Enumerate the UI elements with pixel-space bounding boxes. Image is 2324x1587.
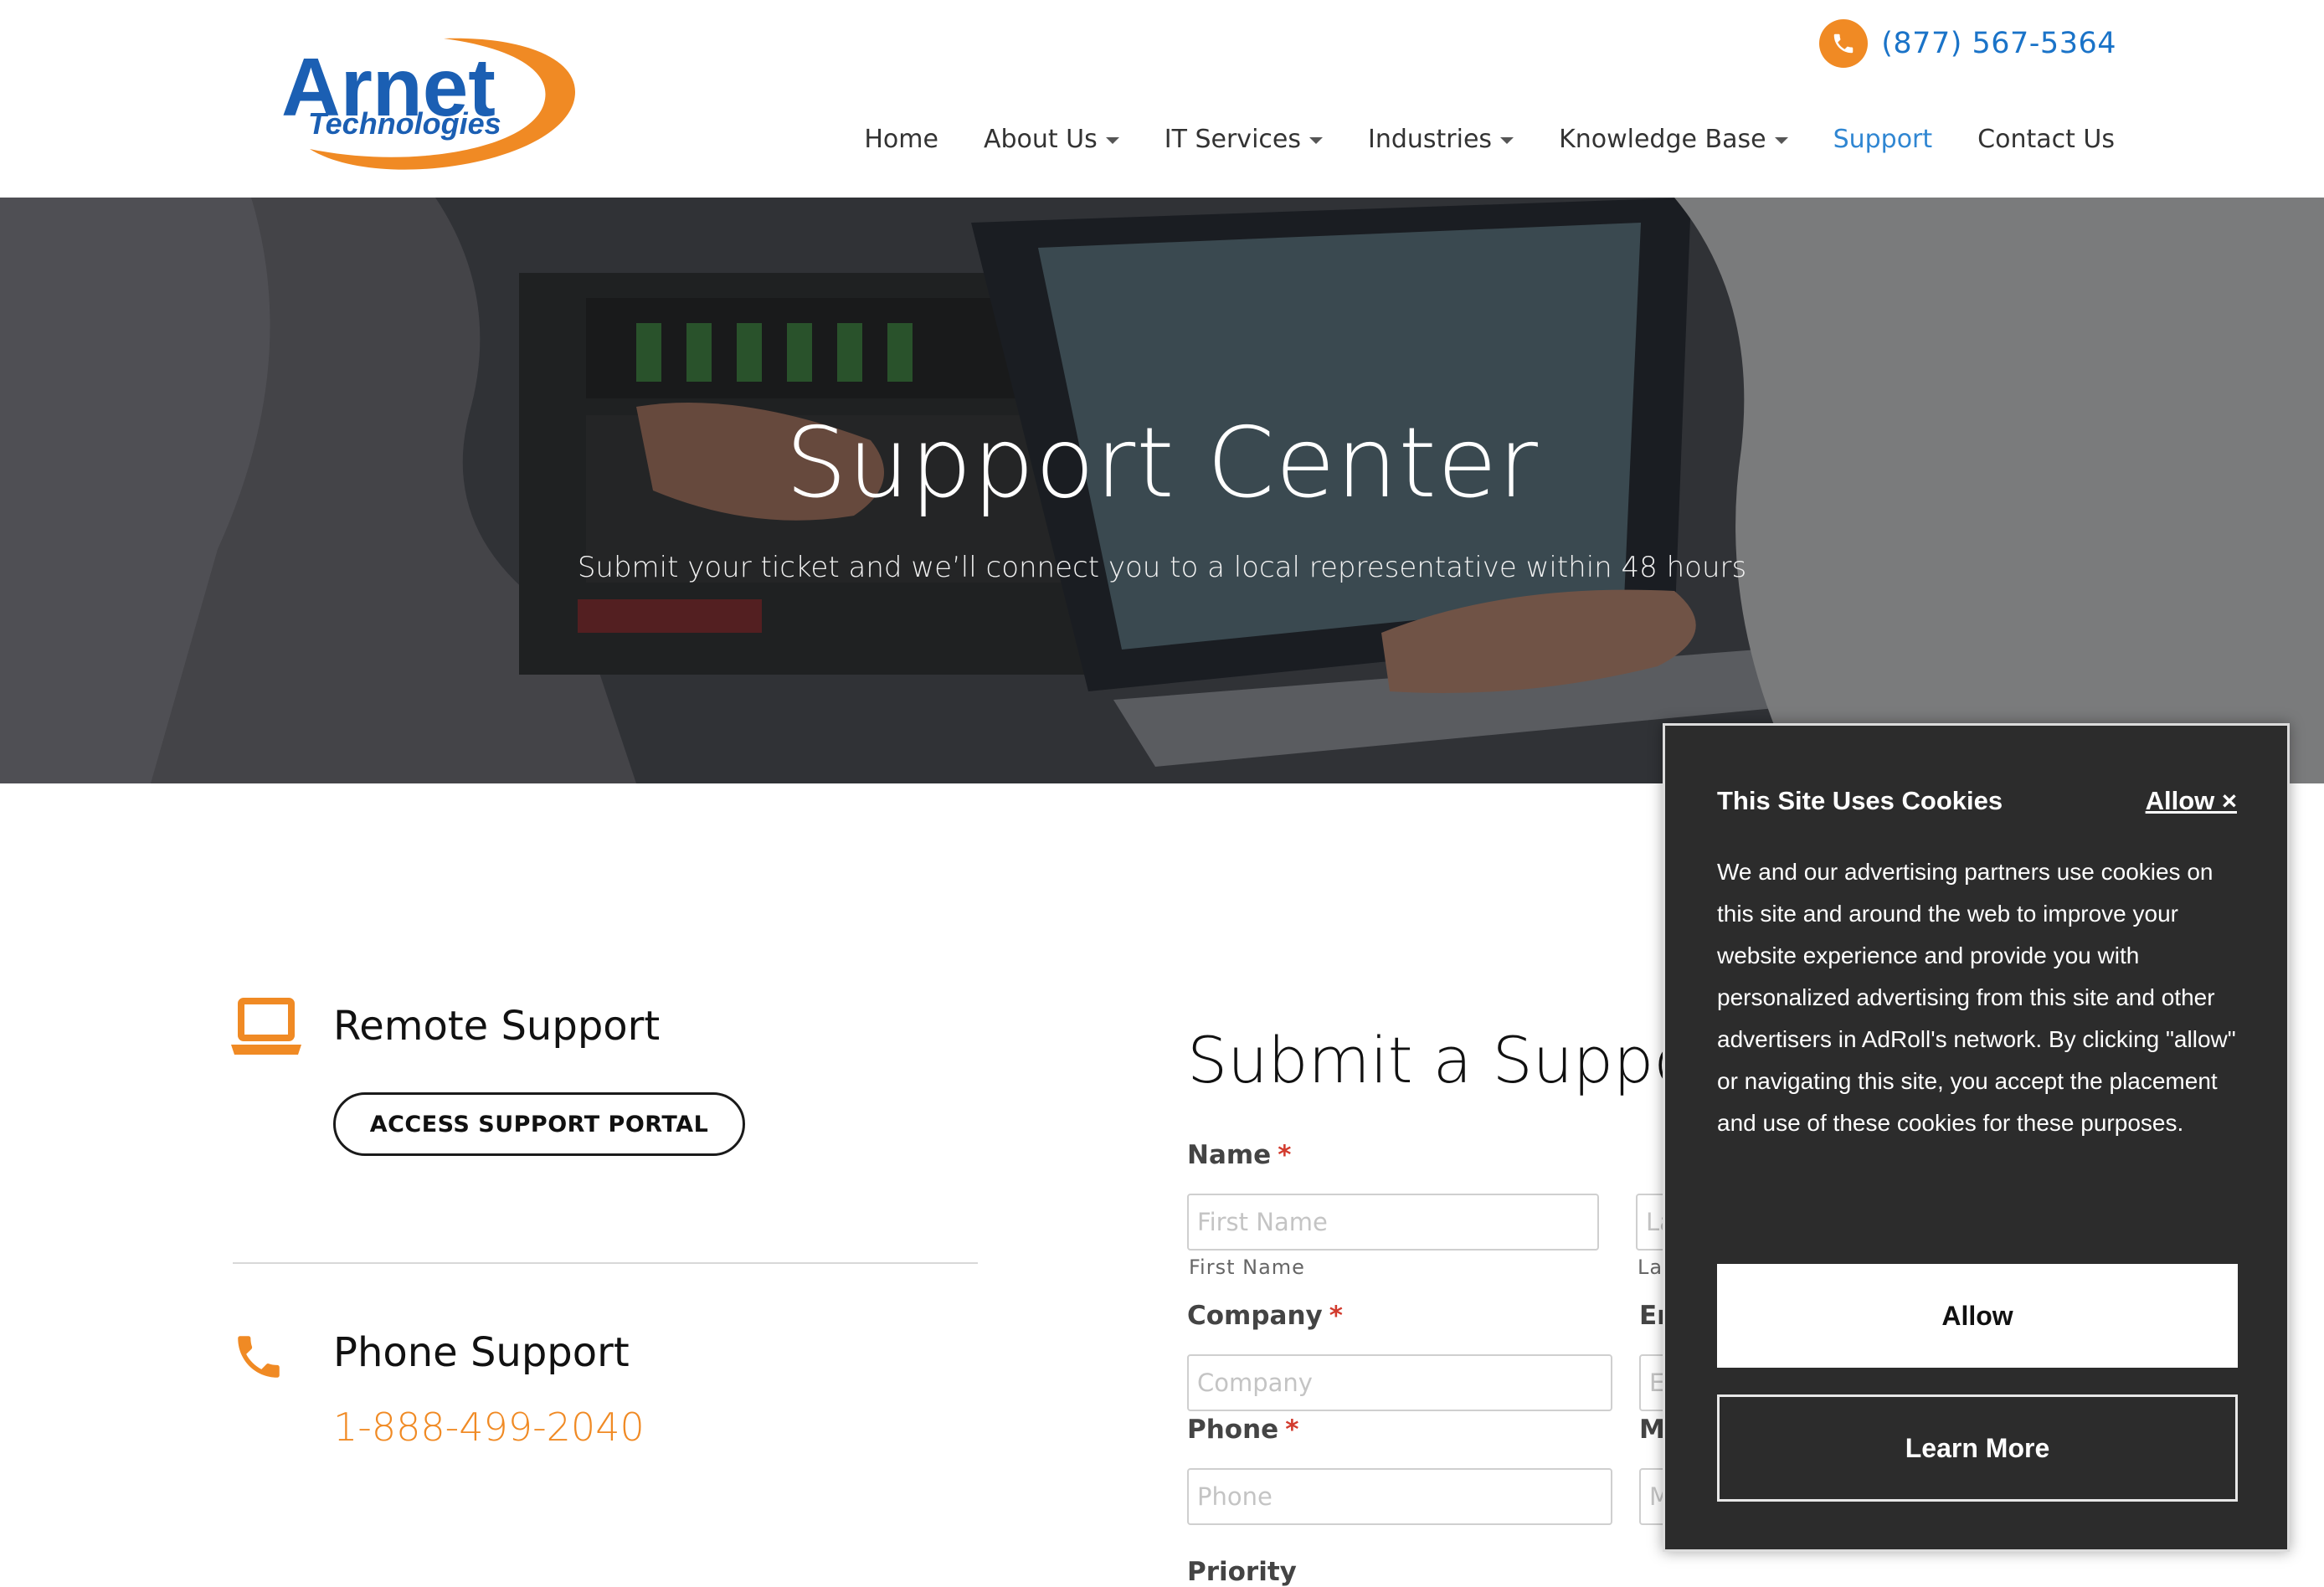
caret-down-icon xyxy=(1105,137,1119,144)
nav-home[interactable]: Home xyxy=(864,125,938,154)
header-phone[interactable]: (877) 567-5364 xyxy=(1819,18,2116,69)
cookie-banner-text: We and our advertising partners use cook… xyxy=(1717,859,2236,1136)
header-phone-number[interactable]: (877) 567-5364 xyxy=(1881,27,2116,60)
nav-support[interactable]: Support xyxy=(1833,125,1933,154)
nav-label: Knowledge Base xyxy=(1559,124,1766,154)
label-text: Company xyxy=(1187,1301,1323,1331)
laptop-icon xyxy=(231,998,301,1058)
hero-title: Support Center xyxy=(785,407,1539,520)
priority-label: Priority xyxy=(1187,1557,1297,1587)
caret-down-icon xyxy=(1309,137,1323,144)
company-input[interactable] xyxy=(1187,1354,1612,1411)
cookie-banner-title: This Site Uses Cookies xyxy=(1717,786,2003,815)
cookie-allow-button[interactable]: Allow xyxy=(1717,1264,2238,1368)
cookie-learn-more-button[interactable]: Learn More xyxy=(1717,1394,2238,1502)
access-support-portal-button[interactable]: ACCESS SUPPORT PORTAL xyxy=(333,1092,745,1156)
arnet-logo[interactable]: Arnet Technologies xyxy=(276,23,578,182)
caret-down-icon xyxy=(1774,137,1788,144)
hero-banner: Support Center Submit your ticket and we… xyxy=(0,198,2324,783)
phone-support-title: Phone Support xyxy=(333,1329,630,1376)
cookie-allow-close-link[interactable]: Allow × xyxy=(2146,786,2237,816)
logo-subtitle: Technologies xyxy=(308,106,501,141)
hero-subtitle: Submit your ticket and we’ll connect you… xyxy=(577,551,1747,584)
phone-support-number[interactable]: 1-888-499-2040 xyxy=(333,1405,645,1450)
label-text: Name xyxy=(1187,1140,1272,1170)
name-label: Name * xyxy=(1187,1140,1291,1170)
cookie-consent-banner: This Site Uses Cookies Allow × We and ou… xyxy=(1663,723,2290,1552)
site-header: Arnet Technologies (877) 567-5364 Home A… xyxy=(0,0,2324,198)
phone-icon xyxy=(231,1328,286,1386)
nav-knowledge-base[interactable]: Knowledge Base xyxy=(1559,125,1788,154)
phone-icon xyxy=(1819,19,1869,68)
required-mark: * xyxy=(1329,1301,1343,1331)
nav-label: IT Services xyxy=(1164,124,1301,154)
company-label: Company * xyxy=(1187,1301,1343,1331)
nav-label: About Us xyxy=(983,124,1098,154)
first-name-sublabel: First Name xyxy=(1189,1256,1305,1279)
nav-label: Support xyxy=(1833,124,1933,154)
phone-input[interactable] xyxy=(1187,1468,1612,1525)
label-text: Phone xyxy=(1187,1415,1279,1445)
first-name-input[interactable] xyxy=(1187,1194,1599,1251)
remote-support-title: Remote Support xyxy=(333,1003,661,1050)
nav-contact-us[interactable]: Contact Us xyxy=(1977,125,2115,154)
caret-down-icon xyxy=(1500,137,1514,144)
nav-industries[interactable]: Industries xyxy=(1368,125,1514,154)
phone-label: Phone * xyxy=(1187,1415,1298,1445)
nav-label: Contact Us xyxy=(1977,124,2115,154)
main-nav: Home About Us IT Services Industries Kno… xyxy=(864,117,2115,161)
required-mark: * xyxy=(1278,1140,1292,1170)
nav-about-us[interactable]: About Us xyxy=(984,125,1119,154)
nav-label: Industries xyxy=(1367,124,1493,154)
nav-label: Home xyxy=(864,124,938,154)
nav-it-services[interactable]: IT Services xyxy=(1165,125,1323,154)
section-divider xyxy=(233,1262,978,1264)
required-mark: * xyxy=(1285,1415,1299,1445)
